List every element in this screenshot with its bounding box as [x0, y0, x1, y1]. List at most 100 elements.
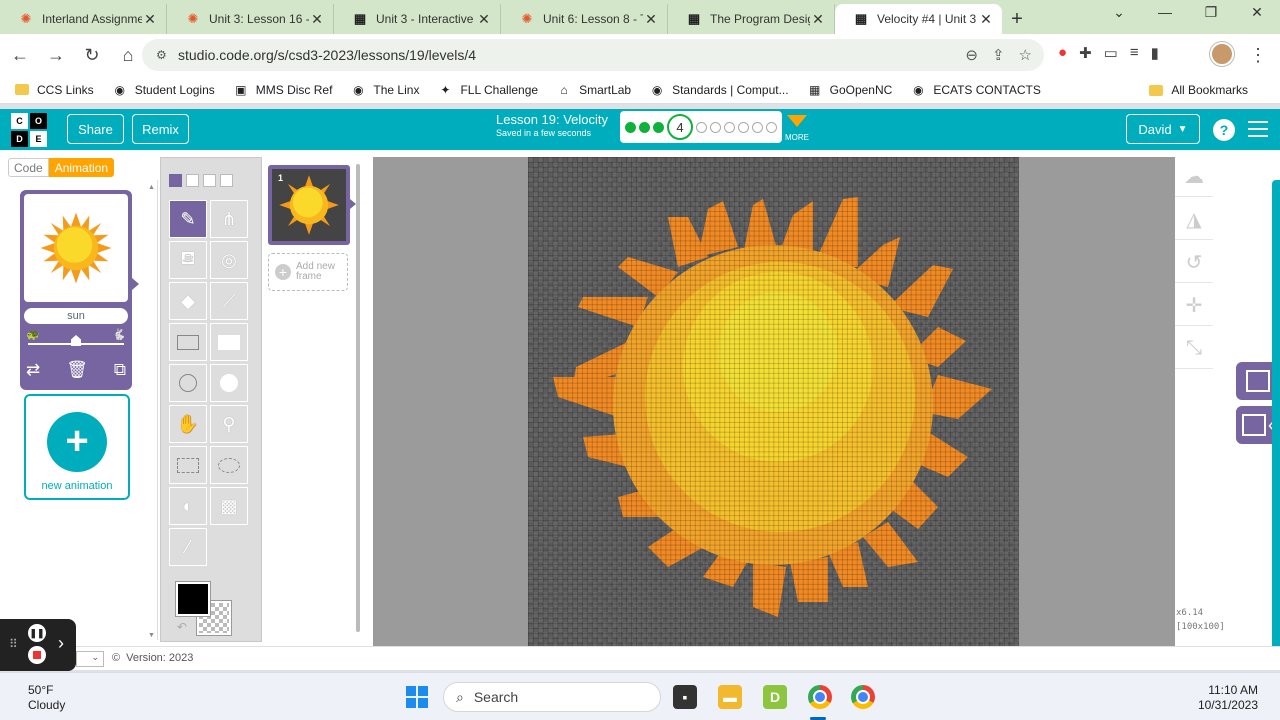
level-dot-completed[interactable]	[653, 121, 664, 133]
onion-layers-icon[interactable]: ☁	[1175, 157, 1213, 197]
weather-widget[interactable]: 50°F Cloudy	[28, 683, 65, 713]
scroll-up-icon[interactable]: ▲	[148, 184, 155, 191]
level-dot-incomplete[interactable]	[710, 121, 721, 133]
animation-speed-slider[interactable]: 🐢 🐇	[24, 329, 128, 352]
ellipse-outline-icon[interactable]	[169, 364, 207, 402]
loop-icon[interactable]: ⇄	[26, 360, 40, 380]
level-dot-incomplete[interactable]	[696, 121, 707, 133]
close-tab-icon[interactable]: ✕	[978, 11, 994, 28]
share-button[interactable]: Share	[67, 114, 124, 144]
frame-thumbnail[interactable]: 1	[268, 165, 350, 245]
flip-horizontal-icon[interactable]: ◮	[1175, 200, 1213, 240]
chrome-icon[interactable]	[851, 685, 875, 709]
remix-button[interactable]: Remix	[132, 114, 189, 144]
level-dot-completed[interactable]	[639, 121, 650, 133]
ellipse-filled-icon[interactable]	[210, 364, 248, 402]
close-tab-icon[interactable]: ✕	[309, 11, 325, 28]
drag-handle-icon[interactable]: ⠿	[9, 637, 18, 651]
minimize-icon[interactable]: —	[1142, 4, 1188, 21]
swap-colors-icon[interactable]: ↶	[177, 620, 187, 634]
more-levels-button[interactable]: MORE	[784, 115, 810, 142]
close-tab-icon[interactable]: ✕	[810, 11, 826, 28]
line-icon[interactable]: ⟋	[210, 282, 248, 320]
code-org-logo[interactable]: C O D E	[11, 113, 47, 147]
browser-tab[interactable]: ▦ Unit 3 - Interactive ✕	[334, 4, 501, 34]
new-tab-button[interactable]: +	[1002, 4, 1032, 34]
language-dropdown[interactable]: ⌄	[76, 651, 104, 667]
brush-size-4[interactable]	[220, 174, 233, 187]
animation-card-sun[interactable]: sun 🐢 🐇 ⇄ 🗑 ⧉	[20, 190, 132, 390]
fan-brush-icon[interactable]: ⋔	[210, 200, 248, 238]
bookmark-item[interactable]: ◉ ECATS CONTACTS	[910, 82, 1041, 98]
bookmark-star-icon[interactable]: ☆	[1019, 46, 1032, 64]
browser-tab[interactable]: ✺ Interland Assignme ✕	[0, 4, 167, 34]
side-panel-edge[interactable]	[1272, 180, 1280, 655]
forward-icon[interactable]: →	[40, 39, 72, 71]
copyright-icon[interactable]: ©	[112, 652, 120, 664]
animation-list-scrollbar[interactable]: ▲ ▼	[148, 180, 156, 640]
bookmark-item[interactable]: CCS Links	[14, 82, 94, 98]
brush-size-3[interactable]	[203, 174, 216, 187]
back-icon[interactable]: ←	[4, 39, 36, 71]
cast-icon[interactable]: ▭	[1104, 44, 1118, 62]
address-bar[interactable]: ⚙ studio.code.org/s/csd3-2023/lessons/19…	[142, 39, 1044, 71]
browser-tab[interactable]: ✺ Unit 3: Lesson 16 - ✕	[167, 4, 334, 34]
drawing-canvas[interactable]	[528, 157, 1019, 648]
level-dot-incomplete[interactable]	[724, 121, 735, 133]
animation-name[interactable]: sun	[24, 308, 128, 324]
close-tab-icon[interactable]: ✕	[476, 11, 492, 28]
profile-avatar[interactable]	[1210, 42, 1234, 66]
bookmark-item[interactable]: ◉ The Linx	[350, 82, 419, 98]
level-dot-incomplete[interactable]	[752, 121, 763, 133]
tab-search-icon[interactable]: ⌄	[1096, 4, 1142, 21]
d-app-icon[interactable]: D	[763, 685, 787, 709]
user-menu-button[interactable]: David ▼	[1126, 114, 1200, 144]
code-mode-tab[interactable]: Code	[8, 158, 49, 177]
side-panel-icon[interactable]: ▮	[1151, 44, 1159, 62]
all-bookmarks[interactable]: All Bookmarks	[1148, 82, 1248, 98]
restore-icon[interactable]: ❐	[1188, 4, 1234, 21]
brush-size-1[interactable]	[169, 174, 182, 187]
share-icon[interactable]: ⇪	[992, 46, 1005, 64]
close-window-icon[interactable]: ✕	[1234, 4, 1280, 21]
pause-icon[interactable]: ❚❚	[28, 624, 46, 642]
system-clock[interactable]: 11:10 AM 10/31/2023	[1198, 683, 1258, 713]
chevron-right-icon[interactable]: ›	[58, 633, 64, 654]
help-icon[interactable]: ?	[1213, 119, 1235, 141]
extensions-icon[interactable]: ✚	[1079, 44, 1092, 62]
checkerboard-icon[interactable]: ▩	[210, 487, 248, 525]
primary-color-swatch[interactable]	[176, 582, 210, 616]
bookmark-item[interactable]: ◉ Standards | Comput...	[649, 82, 789, 98]
site-info-icon[interactable]: ⚙	[156, 48, 168, 62]
lesson-title[interactable]: Lesson 19: Velocity	[496, 112, 608, 127]
bookmark-item[interactable]: ✦ FLL Challenge	[437, 82, 538, 98]
fit-to-canvas-icon[interactable]: ✛	[1175, 286, 1213, 326]
close-tab-icon[interactable]: ✕	[142, 11, 158, 28]
close-tab-icon[interactable]: ✕	[643, 11, 659, 28]
bookmark-item[interactable]: ◉ Student Logins	[112, 82, 214, 98]
reload-icon[interactable]: ↻	[76, 39, 108, 71]
level-dot-incomplete[interactable]	[766, 121, 777, 133]
recorder-extension-icon[interactable]: ●	[1058, 44, 1067, 62]
eraser-icon[interactable]: ◆	[169, 282, 207, 320]
rectangle-filled-icon[interactable]	[210, 323, 248, 361]
animation-thumbnail[interactable]	[24, 194, 128, 302]
media-icon[interactable]: ≡	[1130, 44, 1139, 62]
bookmark-item[interactable]: ⌂ SmartLab	[556, 82, 631, 98]
animation-mode-tab[interactable]: Animation	[48, 158, 115, 177]
task-view-icon[interactable]: ▪	[673, 685, 697, 709]
level-dot-completed[interactable]	[625, 121, 636, 133]
frames-scrollbar[interactable]	[356, 164, 360, 632]
magic-wand-icon[interactable]: ⚲	[210, 405, 248, 443]
hand-icon[interactable]: ✋	[169, 405, 207, 443]
level-dot-incomplete[interactable]	[738, 121, 749, 133]
onion-skin-icon[interactable]: ◐	[169, 487, 207, 525]
speed-thumb[interactable]	[71, 335, 81, 346]
stop-icon[interactable]	[28, 646, 46, 664]
home-icon[interactable]: ⌂	[112, 39, 144, 71]
paint-bucket-icon[interactable]: ⛾	[169, 241, 207, 279]
windows-start-icon[interactable]	[406, 686, 428, 708]
menu-kebab-icon[interactable]: ⋮	[1242, 39, 1274, 71]
rectangle-outline-icon[interactable]	[169, 323, 207, 361]
pencil-icon[interactable]: ✎	[169, 200, 207, 238]
